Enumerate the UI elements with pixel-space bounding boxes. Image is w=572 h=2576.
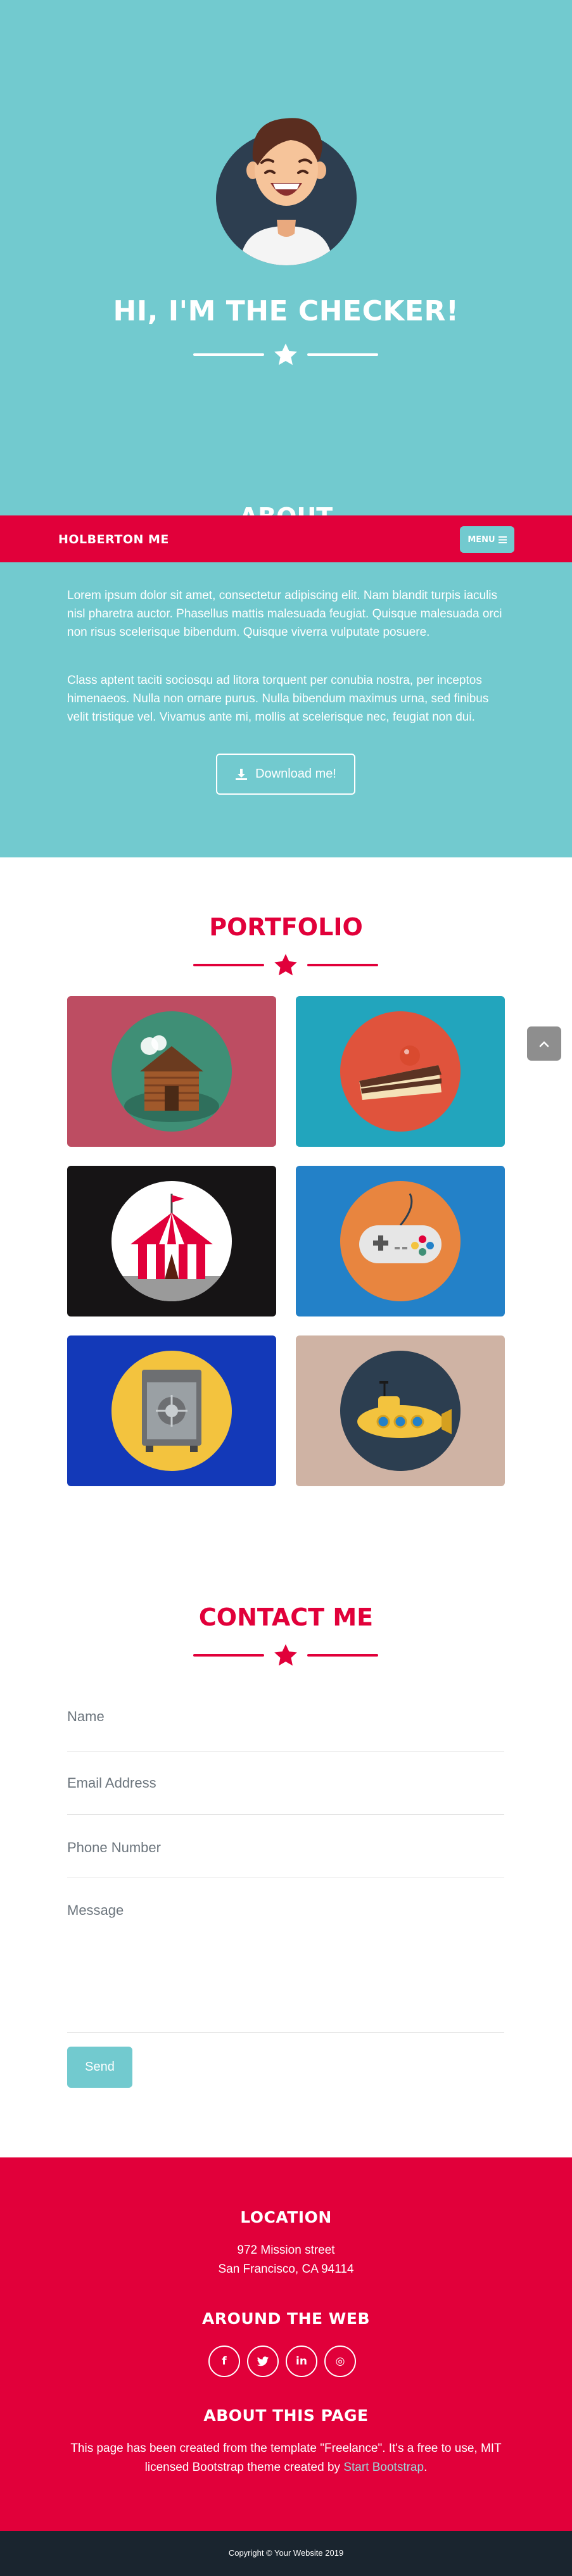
phone-field[interactable]: Phone Number — [67, 1815, 504, 1878]
linkedin-button[interactable]: in — [286, 2346, 317, 2377]
menu-label: MENU — [467, 534, 495, 545]
download-label: Download me! — [255, 767, 336, 781]
portfolio-item-circle — [111, 1181, 232, 1301]
download-icon — [236, 768, 248, 780]
portfolio-item-circle — [340, 1011, 461, 1132]
divider-line — [193, 1654, 264, 1657]
star-icon — [274, 954, 297, 976]
about-page-heading: ABOUT THIS PAGE — [203, 2406, 369, 2425]
download-button[interactable]: Download me! — [216, 754, 355, 795]
star-icon — [274, 343, 297, 365]
divider-line — [193, 964, 264, 966]
about-title: ABOUT — [239, 503, 333, 517]
portfolio-item-circle — [340, 1181, 461, 1301]
portfolio-item-submarine[interactable] — [296, 1335, 505, 1486]
message-placeholder: Message — [67, 1902, 124, 1918]
divider-line — [307, 353, 378, 356]
portfolio-divider — [193, 952, 378, 978]
facebook-button[interactable]: f — [208, 2346, 240, 2377]
copyright-bar: Copyright © Your Website 2019 — [0, 2531, 572, 2576]
twitter-button[interactable] — [247, 2346, 279, 2377]
about-page-line-1: This page has been created from the temp… — [70, 2442, 502, 2455]
divider-line — [193, 353, 264, 356]
facebook-icon: f — [222, 2355, 227, 2368]
safe-icon — [142, 1370, 201, 1452]
brand-link[interactable]: HOLBERTON ME — [58, 533, 169, 546]
divider-line — [307, 1654, 378, 1657]
circus-tent-icon — [111, 1194, 232, 1301]
chevron-up-icon — [539, 1041, 549, 1047]
about-paragraph-2: Class aptent taciti sociosqu ad litora t… — [67, 674, 489, 724]
portfolio-title: PORTFOLIO — [209, 913, 363, 941]
contact-divider — [193, 1643, 378, 1668]
portfolio-item-circle — [340, 1351, 461, 1471]
avatar-face — [246, 118, 326, 206]
about-page-line-2-end: . — [424, 2461, 428, 2474]
address-line-1: 972 Mission street — [237, 2244, 335, 2257]
divider-line — [307, 964, 378, 966]
footer: LOCATION 972 Mission street San Francisc… — [0, 2157, 572, 2531]
portfolio-item-circle — [111, 1351, 232, 1471]
location-heading: LOCATION — [240, 2208, 332, 2226]
hero-divider — [193, 342, 378, 367]
dribbble-icon: ◎ — [335, 2355, 345, 2368]
scroll-to-top-button[interactable] — [527, 1026, 561, 1061]
twitter-icon — [257, 2356, 269, 2366]
start-bootstrap-link[interactable]: Start Bootstrap — [343, 2461, 424, 2474]
about-paragraph-1: Lorem ipsum dolor sit amet, consectetur … — [67, 589, 502, 639]
portfolio-item-safe[interactable] — [67, 1335, 276, 1486]
email-placeholder: Email Address — [67, 1775, 156, 1791]
name-field[interactable]: Name — [67, 1697, 504, 1752]
about-page-line-2-text: licensed Bootstrap theme created by — [144, 2461, 344, 2474]
hamburger-icon — [498, 536, 507, 543]
menu-button[interactable]: MENU — [460, 526, 514, 553]
contact-title: CONTACT ME — [198, 1603, 374, 1631]
name-placeholder: Name — [67, 1708, 105, 1724]
address-line-2: San Francisco, CA 94114 — [218, 2263, 354, 2276]
cabin-icon — [124, 1035, 219, 1122]
portfolio-item-circus[interactable] — [67, 1166, 276, 1316]
cake-icon — [359, 1045, 442, 1100]
portfolio-item-circle — [111, 1011, 232, 1132]
portfolio-item-game[interactable] — [296, 1166, 505, 1316]
dribbble-button[interactable]: ◎ — [324, 2346, 356, 2377]
web-heading: AROUND THE WEB — [202, 2309, 370, 2328]
game-controller-icon — [359, 1193, 442, 1263]
about-page-line-2: licensed Bootstrap theme created by Star… — [0, 2458, 572, 2477]
hero-title: HI, I'M THE CHECKER! — [113, 295, 459, 327]
email-field[interactable]: Email Address — [67, 1752, 504, 1815]
star-icon — [274, 1644, 297, 1666]
avatar — [216, 107, 357, 265]
submarine-icon — [357, 1381, 452, 1438]
masthead: HI, I'M THE CHECKER! ABOUT Lorem ipsum d… — [0, 0, 572, 857]
phone-placeholder: Phone Number — [67, 1840, 161, 1855]
send-button[interactable]: Send — [67, 2047, 132, 2088]
navbar: HOLBERTON ME MENU — [0, 515, 572, 562]
portfolio-item-cabin[interactable] — [67, 996, 276, 1147]
linkedin-icon: in — [296, 2355, 307, 2368]
message-field[interactable]: Message — [67, 1878, 504, 2033]
copyright-text: Copyright © Your Website 2019 — [228, 2548, 344, 2558]
portfolio-item-cake[interactable] — [296, 996, 505, 1147]
